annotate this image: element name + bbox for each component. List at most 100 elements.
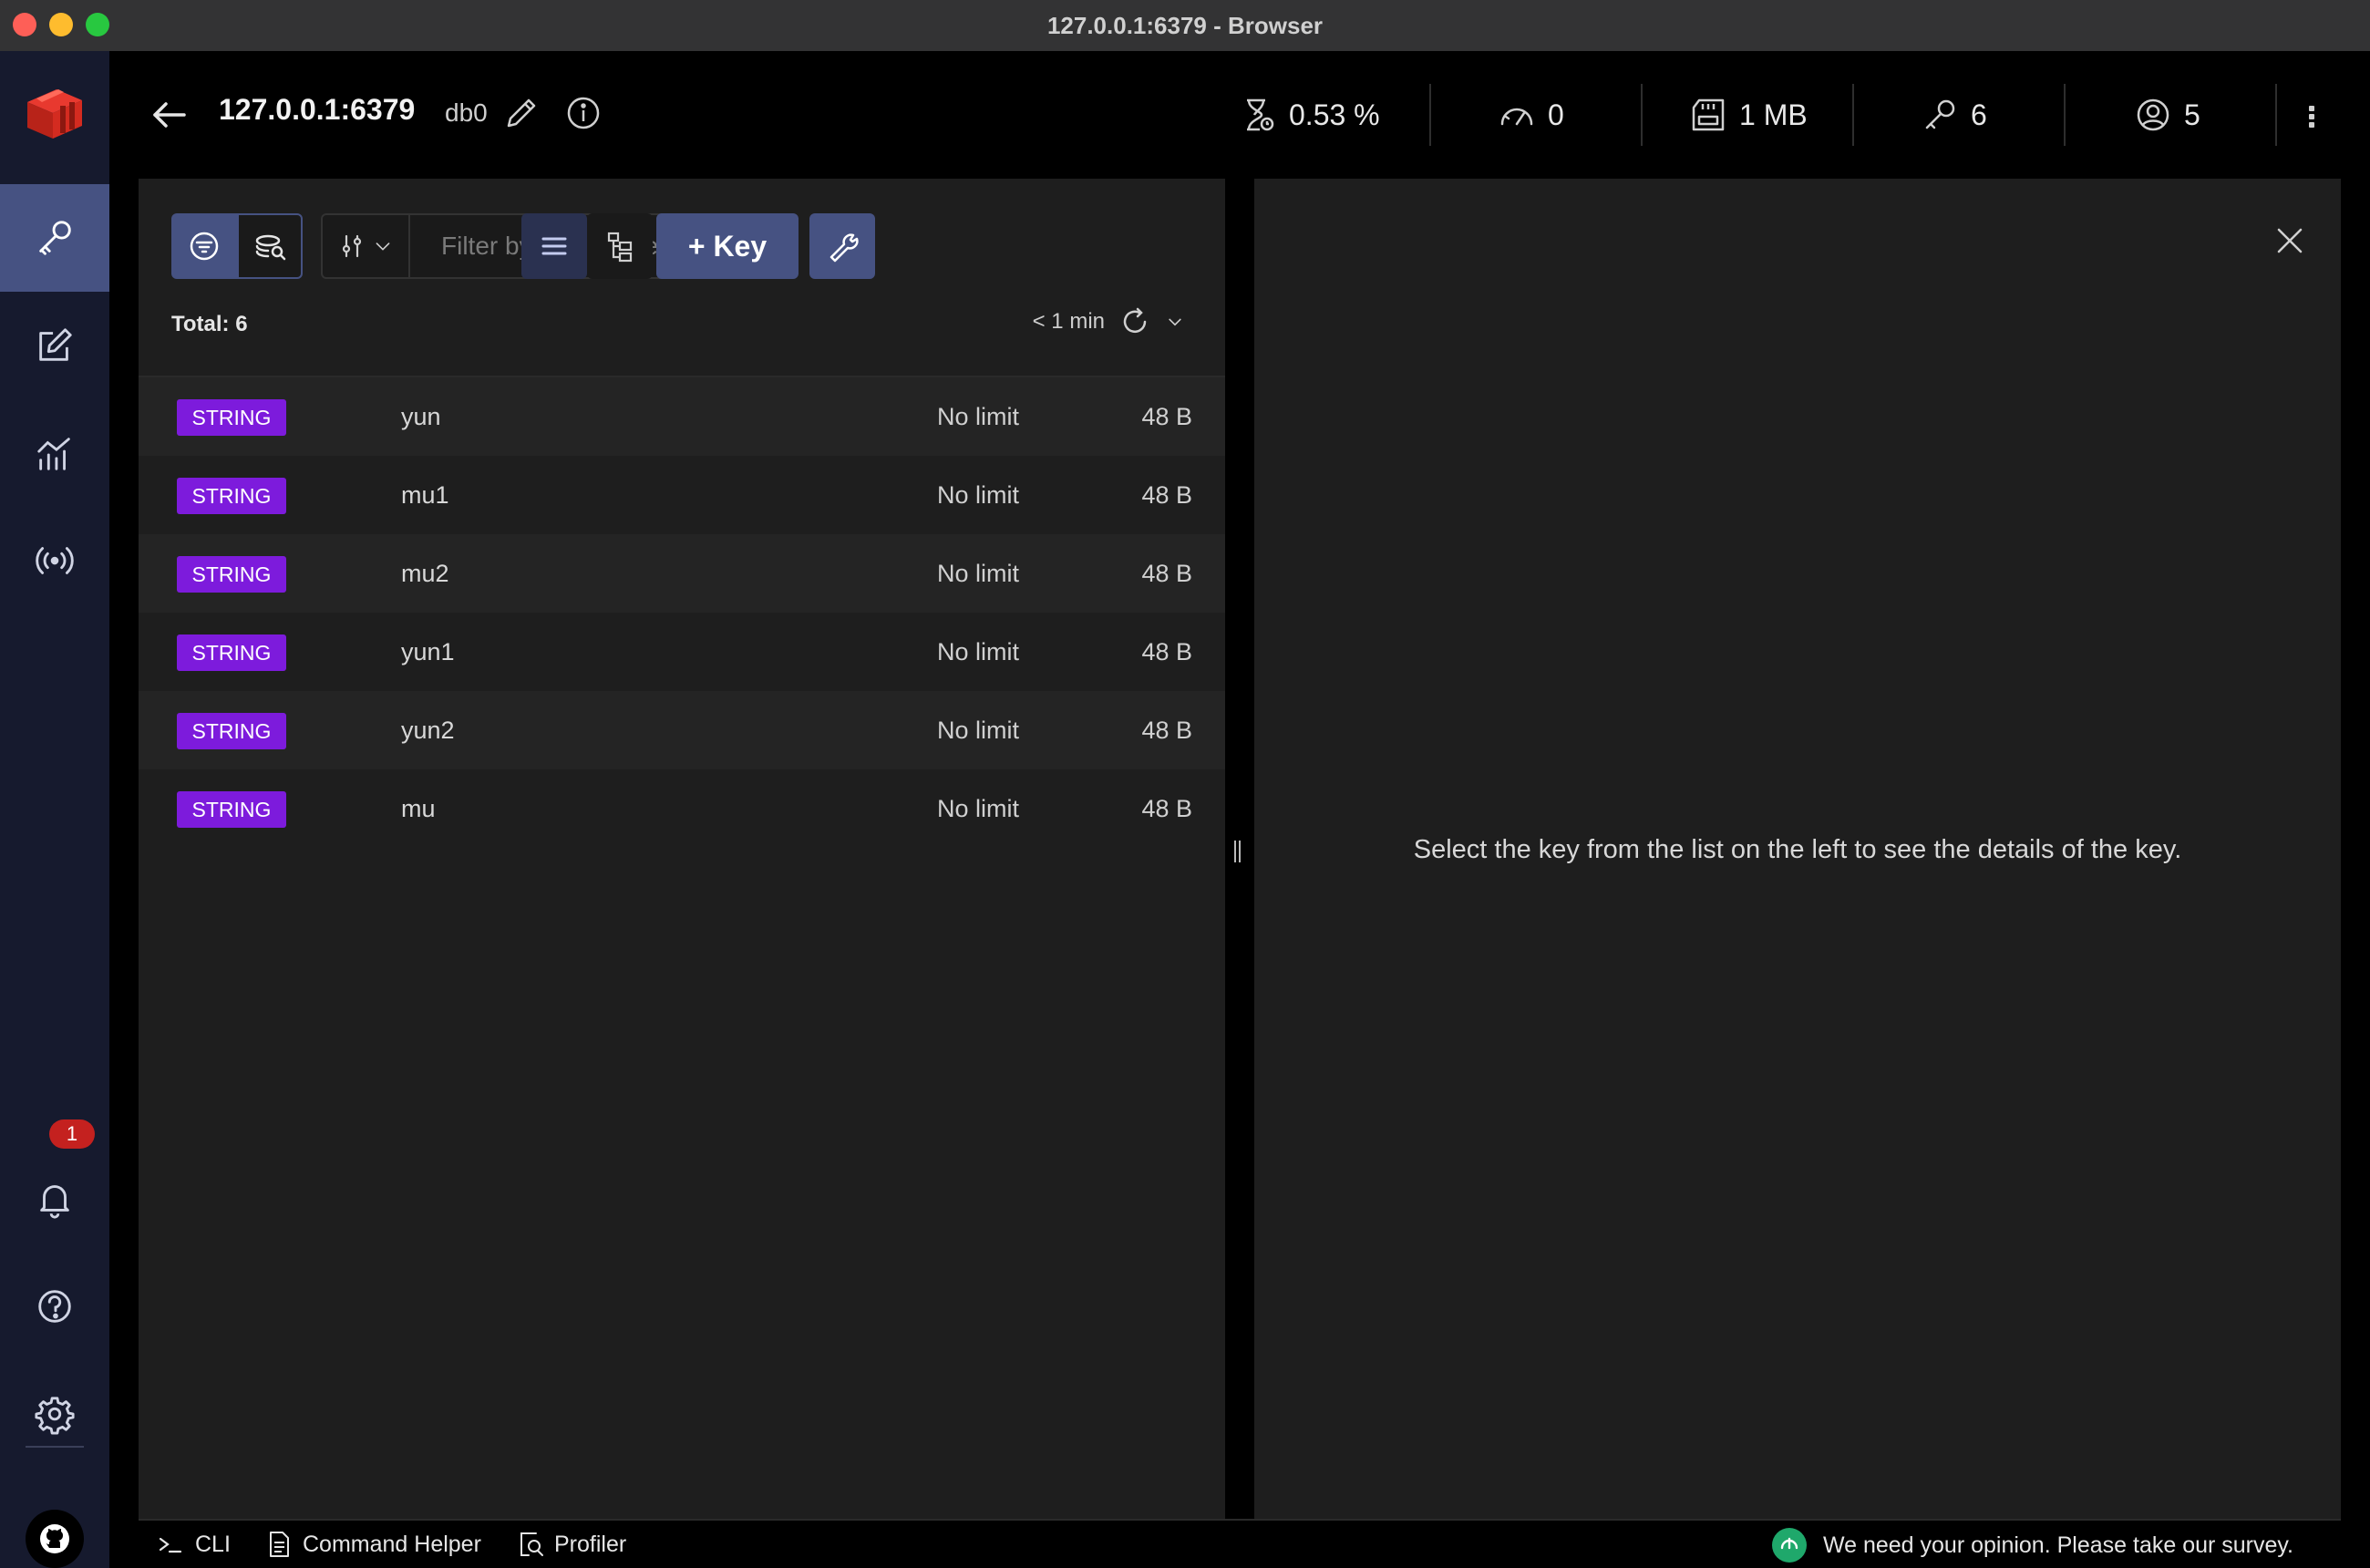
key-ttl: No limit <box>937 794 1020 822</box>
github-icon <box>40 1524 69 1553</box>
key-ttl: No limit <box>937 637 1020 665</box>
window-titlebar: 127.0.0.1:6379 - Browser <box>0 0 2370 52</box>
key-name: mu1 <box>401 480 449 509</box>
details-empty-message: Select the key from the list on the left… <box>1413 835 2182 864</box>
total-keys-label: Total: 6 <box>171 312 248 336</box>
speedometer-icon <box>1500 108 1533 126</box>
key-type-tag: STRING <box>177 478 286 514</box>
sidebar-item-analysis[interactable] <box>0 399 109 507</box>
survey-icon <box>1771 1528 1807 1563</box>
instance-host: 127.0.0.1:6379 <box>219 93 416 126</box>
key-size: 48 B <box>1141 637 1192 665</box>
memory-value: 1 MB <box>1739 98 1808 131</box>
key-name: mu2 <box>401 559 449 587</box>
key-type-tag: STRING <box>177 791 286 828</box>
tree-icon <box>607 232 633 263</box>
key-size: 48 B <box>1141 480 1192 509</box>
refresh-control: < 1 min <box>1033 306 1185 337</box>
profiler-button[interactable]: Profiler <box>516 1530 626 1559</box>
help-button[interactable] <box>0 1253 109 1360</box>
filter-mode-button[interactable] <box>171 213 237 279</box>
list-icon <box>541 237 567 255</box>
chevron-down-icon <box>376 242 390 251</box>
key-size: 48 B <box>1141 794 1192 822</box>
database-index: db0 <box>445 98 488 127</box>
key-size: 48 B <box>1141 402 1192 430</box>
more-options-icon[interactable] <box>2297 98 2326 135</box>
pencil-icon[interactable] <box>505 97 538 129</box>
list-view-button[interactable] <box>521 213 587 279</box>
hourglass-icon <box>1247 98 1274 131</box>
notifications-button[interactable] <box>0 1145 109 1253</box>
terminal-icon <box>159 1537 182 1553</box>
table-row[interactable]: STRING yun No limit 48 B <box>139 377 1225 456</box>
memory-stat: 1 MB <box>1690 86 1808 144</box>
question-circle-icon <box>38 1290 71 1323</box>
add-key-button[interactable]: + Key <box>656 213 799 279</box>
github-button[interactable] <box>26 1510 84 1568</box>
refresh-icon[interactable] <box>1119 306 1150 337</box>
stat-divider <box>2064 84 2066 146</box>
key-type-filter-dropdown[interactable] <box>323 215 410 277</box>
redis-logo-icon[interactable] <box>20 82 89 151</box>
key-size: 48 B <box>1141 559 1192 587</box>
bulk-actions-button[interactable] <box>809 213 875 279</box>
layers-search-icon <box>255 234 286 261</box>
chevron-down-icon[interactable] <box>1165 312 1185 332</box>
filter-circle-icon <box>190 232 219 261</box>
back-arrow-icon[interactable] <box>148 93 191 137</box>
sidebar-item-browser[interactable] <box>0 184 109 292</box>
panel-resize-handle[interactable] <box>1234 841 1242 862</box>
table-row[interactable]: STRING mu1 No limit 48 B <box>139 456 1225 534</box>
sidebar-item-pubsub[interactable] <box>0 507 109 614</box>
key-icon <box>1925 99 1955 129</box>
window-controls <box>13 13 109 36</box>
last-refresh-label: < 1 min <box>1032 309 1105 334</box>
info-icon[interactable] <box>565 95 602 131</box>
key-icon <box>39 221 71 255</box>
cli-label: CLI <box>195 1531 231 1557</box>
survey-link[interactable]: We need your opinion. Please take our su… <box>1771 1528 2293 1563</box>
key-type-tag: STRING <box>177 399 286 436</box>
key-details-panel: Select the key from the list on the left… <box>1254 179 2341 1519</box>
tree-view-button[interactable] <box>587 213 653 279</box>
stat-divider <box>1429 84 1431 146</box>
window-title: 127.0.0.1:6379 - Browser <box>1046 11 1324 39</box>
analytics-icon <box>37 438 70 470</box>
survey-text: We need your opinion. Please take our su… <box>1822 1532 2293 1558</box>
table-row[interactable]: STRING mu No limit 48 B <box>139 769 1225 848</box>
table-row[interactable]: STRING yun1 No limit 48 B <box>139 613 1225 691</box>
close-window-button[interactable] <box>13 13 36 36</box>
settings-button[interactable] <box>0 1360 109 1468</box>
key-name: yun2 <box>401 716 455 744</box>
notification-count-badge: 1 <box>49 1119 95 1149</box>
sidebar-item-workbench[interactable] <box>0 292 109 399</box>
key-ttl: No limit <box>937 559 1020 587</box>
key-ttl: No limit <box>937 716 1020 744</box>
keys-value: 6 <box>1971 98 1987 131</box>
ops-value: 0 <box>1548 98 1564 131</box>
wrench-icon <box>830 233 859 263</box>
maximize-window-button[interactable] <box>86 13 109 36</box>
table-row[interactable]: STRING yun2 No limit 48 B <box>139 691 1225 769</box>
key-ttl: No limit <box>937 480 1020 509</box>
document-icon <box>270 1532 289 1557</box>
broadcast-icon <box>36 547 74 574</box>
table-row[interactable]: STRING mu2 No limit 48 B <box>139 534 1225 613</box>
key-ttl: No limit <box>937 402 1020 430</box>
profiler-search-icon <box>520 1532 543 1556</box>
sliders-icon <box>342 234 362 258</box>
clients-value: 5 <box>2184 98 2200 131</box>
semantic-search-button[interactable] <box>237 213 303 279</box>
cli-button[interactable]: CLI <box>157 1530 231 1559</box>
close-icon[interactable] <box>2272 222 2308 259</box>
command-helper-label: Command Helper <box>303 1531 481 1557</box>
command-helper-button[interactable]: Command Helper <box>264 1530 481 1559</box>
key-list-toolbar: + Key <box>171 213 1192 279</box>
edit-note-icon <box>39 328 72 361</box>
stat-divider <box>1641 84 1643 146</box>
clients-stat: 5 <box>2135 86 2200 144</box>
minimize-window-button[interactable] <box>49 13 73 36</box>
sidebar-divider <box>26 1446 84 1448</box>
key-type-tag: STRING <box>177 556 286 593</box>
